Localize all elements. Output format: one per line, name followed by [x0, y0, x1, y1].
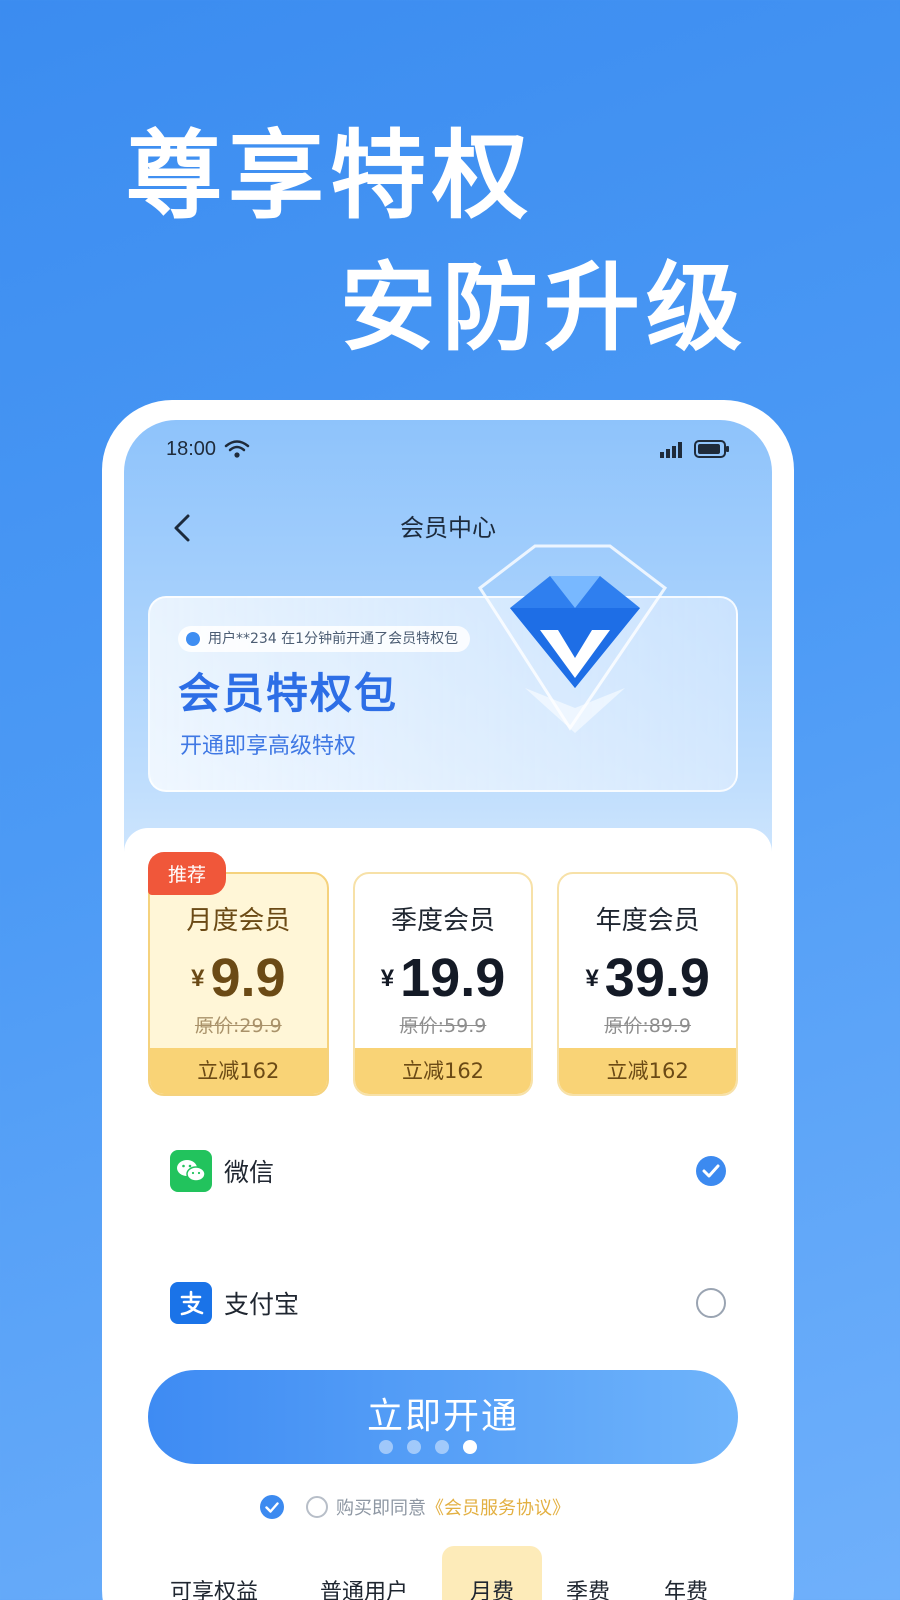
agreement-link[interactable]: 《会员服务协议》 [426, 1494, 570, 1520]
payment-label: 支付宝 [224, 1290, 300, 1319]
plan-discount: 立减162 [354, 1048, 532, 1094]
compare-col-normal: 普通用户 [320, 1580, 409, 1600]
hero-line-2: 安防升级 [340, 252, 748, 364]
phone-frame: 18:00 会员中心 用户**234 在1分钟前开通了会员特权包 会员特权包 开… [102, 400, 794, 1600]
compare-col-benefits: 可享权益 [170, 1580, 259, 1600]
radio-checked-icon[interactable] [696, 1156, 726, 1186]
plan-discount: 立减162 [150, 1048, 327, 1094]
carousel-dot[interactable] [379, 1440, 393, 1454]
vip-diamond-icon [477, 544, 668, 733]
plan-name: 年度会员 [595, 906, 700, 936]
plan-monthly[interactable]: 月度会员 ¥9.9 原价:29.9 立减162 [148, 872, 329, 1096]
radio-unchecked-icon[interactable] [696, 1288, 726, 1318]
plan-original-price: 原价:29.9 [194, 1015, 282, 1037]
plan-list: 月度会员 ¥9.9 原价:29.9 立减162 季度会员 ¥19.9 原价:59… [148, 872, 739, 1096]
plan-quarterly[interactable]: 季度会员 ¥19.9 原价:59.9 立减162 [352, 872, 534, 1096]
carousel-dot[interactable] [407, 1440, 421, 1454]
banner-subtitle: 开通即享高级特权 [180, 734, 357, 759]
agreement-checkbox[interactable] [306, 1496, 328, 1518]
alipay-icon [170, 1282, 212, 1324]
banner-title: 会员特权包 [178, 669, 399, 718]
agreement-text: 购买即同意 [336, 1498, 426, 1519]
carousel-indicator [124, 1440, 772, 1454]
wifi-icon [224, 440, 250, 458]
plan-price: ¥9.9 [191, 948, 286, 1008]
plan-original-price: 原价:89.9 [604, 1015, 692, 1037]
plan-name: 季度会员 [391, 906, 496, 936]
phone-screen: 18:00 会员中心 用户**234 在1分钟前开通了会员特权包 会员特权包 开… [124, 420, 772, 1600]
status-time: 18:00 [166, 437, 217, 460]
plan-yearly[interactable]: 年度会员 ¥39.9 原价:89.9 立减162 [557, 872, 739, 1096]
compare-col-quarterly[interactable]: 季费 [566, 1574, 610, 1600]
payment-option-wechat[interactable]: 微信 [170, 1148, 726, 1194]
recommend-badge: 推荐 [148, 852, 227, 895]
back-icon[interactable] [164, 508, 204, 548]
notice-text: 用户**234 在1分钟前开通了会员特权包 [208, 631, 459, 647]
carousel-dot-active[interactable] [463, 1440, 477, 1454]
status-bar: 18:00 [166, 434, 730, 464]
hero-line-1: 尊享特权 [126, 120, 534, 232]
plan-price: ¥19.9 [380, 948, 506, 1008]
compare-col-yearly[interactable]: 年费 [664, 1574, 708, 1600]
privilege-banner: 用户**234 在1分钟前开通了会员特权包 会员特权包 开通即享高级特权 [148, 544, 738, 792]
compare-col-monthly[interactable]: 月费 [470, 1574, 514, 1600]
avatar [184, 630, 202, 648]
plan-name: 月度会员 [186, 906, 291, 936]
agreement-row: 购买即同意 《会员服务协议》 [260, 1494, 570, 1520]
payment-label: 微信 [224, 1158, 275, 1187]
battery-icon [694, 440, 729, 458]
carousel-dot[interactable] [435, 1440, 449, 1454]
plan-discount: 立减162 [559, 1048, 737, 1094]
wechat-icon [170, 1150, 212, 1192]
purchase-card: 推荐 月度会员 ¥9.9 原价:29.9 立减162 季度会员 ¥19.9 原价… [124, 828, 772, 1600]
signal-icon [660, 442, 682, 458]
plan-original-price: 原价:59.9 [399, 1015, 487, 1037]
plan-price: ¥39.9 [585, 948, 710, 1008]
compare-header: 可享权益 普通用户 月费 季费 年费 [124, 1546, 772, 1600]
payment-option-alipay[interactable]: 支付宝 [170, 1280, 726, 1326]
purchase-notice: 用户**234 在1分钟前开通了会员特权包 [178, 626, 471, 652]
checkbox-checked-icon[interactable] [260, 1495, 284, 1519]
